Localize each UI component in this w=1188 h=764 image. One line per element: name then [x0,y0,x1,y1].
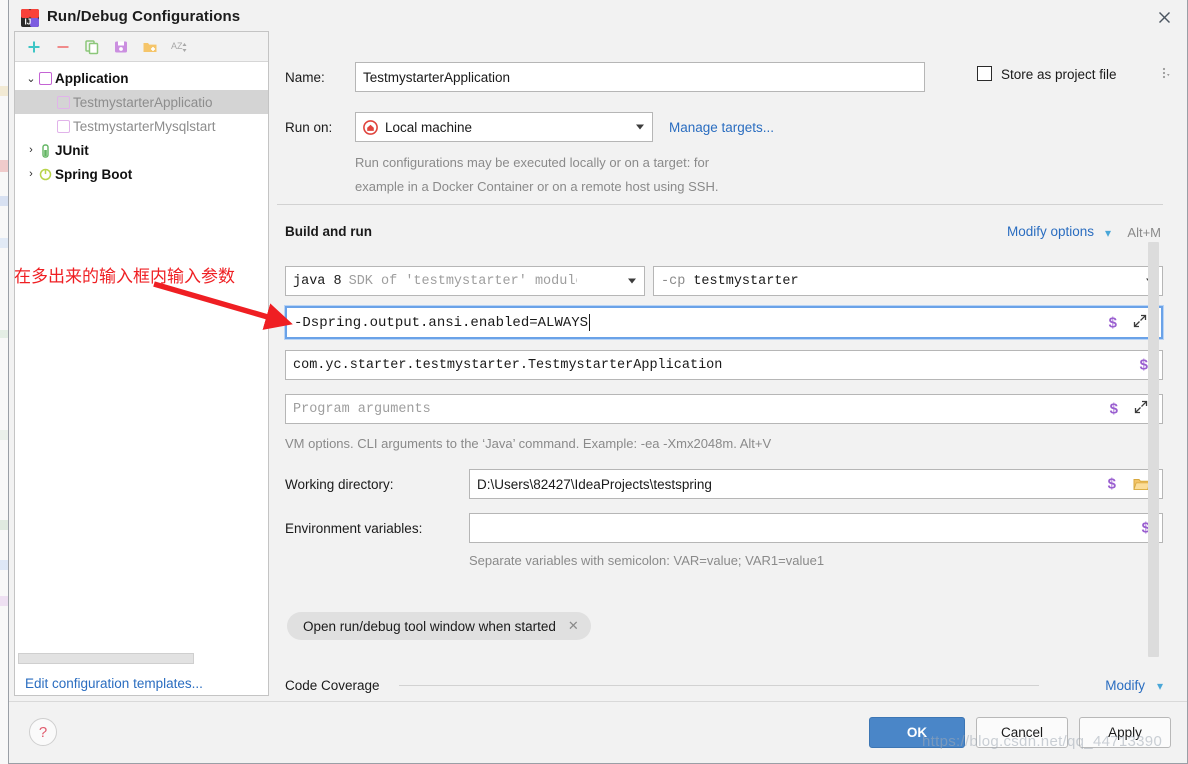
red-pointer-arrow-icon [153,281,293,330]
tree-toolbar: AZ [15,32,268,62]
modify-options-link[interactable]: Modify options [1007,224,1094,239]
vm-options-hint: VM options. CLI arguments to the ‘Java’ … [285,436,772,451]
chip-label: Open run/debug tool window when started [303,618,556,634]
run-on-combobox[interactable]: Local machine [355,112,653,142]
junit-icon [39,143,52,158]
chevron-right-icon[interactable]: › [23,144,39,156]
environment-variables-label: Environment variables: [285,521,423,536]
jre-module-hint: SDK of 'testmystarter' module [348,273,577,289]
section-divider [277,204,1163,205]
main-class-input[interactable]: com.yc.starter.testmystarter.Testmystart… [285,350,1163,380]
application-icon [39,71,52,85]
help-question-icon[interactable]: ? [29,718,57,746]
tree-group-label: JUnit [55,142,89,158]
store-as-project-file-checkbox[interactable] [977,66,992,81]
tree-group-spring-boot[interactable]: › Spring Boot [15,162,268,186]
run-config-icon [57,119,70,133]
tree-item-testmystarter-application[interactable]: TestmystarterApplicatio [15,90,268,114]
chip-remove-icon[interactable]: ✕ [568,618,579,634]
run-on-hint-line-2: example in a Docker Container or on a re… [355,179,719,194]
code-coverage-modify-link[interactable]: Modify [1105,678,1145,693]
chevron-down-icon[interactable] [628,278,636,284]
name-input[interactable]: TestmystarterApplication [355,62,925,92]
dollar-macro-icon[interactable]: $ [1109,314,1117,331]
jre-value: java 8 [293,273,342,289]
name-label: Name: [285,70,325,85]
run-config-icon [57,95,70,109]
store-as-project-file-options-icon[interactable] [1161,66,1171,84]
program-arguments-placeholder: Program arguments [293,401,431,417]
local-machine-home-icon [363,119,378,135]
new-folder-button[interactable] [137,35,163,59]
dollar-macro-icon[interactable]: $ [1140,357,1148,374]
remove-configuration-button[interactable] [50,35,76,59]
name-input-value: TestmystarterApplication [363,69,511,85]
expand-editor-icon[interactable] [1134,400,1148,418]
jre-combobox[interactable]: java 8 SDK of 'testmystarter' module [285,266,645,296]
close-icon[interactable] [1141,0,1187,34]
expand-editor-icon[interactable] [1133,314,1147,332]
watermark: https://blog.csdn.net/qq_44713390 [922,733,1163,750]
manage-targets-link[interactable]: Manage targets... [669,120,774,135]
vm-options-input[interactable]: -Dspring.output.ansi.enabled=ALWAYS $ [285,306,1163,339]
svg-text:IJ: IJ [25,18,32,27]
content-vertical-scrollbar[interactable] [1148,242,1159,657]
configuration-editor-panel: Name: TestmystarterApplication Store as … [277,42,1170,697]
vm-options-value: -Dspring.output.ansi.enabled=ALWAYS [294,314,589,331]
tree-group-junit[interactable]: › JUnit [15,138,268,162]
copy-configuration-button[interactable] [79,35,105,59]
spring-boot-icon [39,168,52,181]
environment-variables-input[interactable]: $ [469,513,1163,543]
chevron-down-icon[interactable]: ▾ [1157,679,1163,693]
tree-item-label: TestmystarterApplicatio [73,94,213,110]
build-and-run-section-title: Build and run [285,224,372,239]
tree-group-application[interactable]: ⌄ Application [15,66,268,90]
run-on-value: Local machine [385,119,473,135]
tree-group-label: Spring Boot [55,166,133,182]
chevron-right-icon[interactable]: › [23,168,39,180]
code-coverage-section-title: Code Coverage [285,678,380,693]
save-configuration-button[interactable] [108,35,134,59]
sort-alphabetically-icon[interactable]: AZ [166,35,192,59]
run-on-hint-line-1: Run configurations may be executed local… [355,155,710,170]
svg-text:AZ: AZ [171,41,183,51]
tree-horizontal-scrollbar[interactable] [18,653,194,664]
configurations-tree: ⌄ Application TestmystarterApplicatio Te… [15,62,268,186]
program-arguments-input[interactable]: Program arguments $ [285,394,1163,424]
modify-options-shortcut: Alt+M [1127,225,1161,240]
store-as-project-file-label: Store as project file [1001,67,1117,82]
chevron-down-icon[interactable]: ⌄ [23,72,39,85]
add-configuration-button[interactable] [21,35,47,59]
classpath-prefix: -cp [661,273,686,289]
dialog-footer: ? OK Cancel Apply [9,701,1187,763]
section-divider [399,685,1039,686]
working-directory-value: D:\Users\82427\IdeaProjects\testspring [477,476,712,492]
working-directory-label: Working directory: [285,477,394,492]
classpath-module-combobox[interactable]: -cp testmystarter [653,266,1163,296]
environment-variables-hint: Separate variables with semicolon: VAR=v… [469,553,825,568]
page-title: Run/Debug Configurations [47,8,241,25]
configurations-tree-panel: AZ ⌄ Application TestmystarterApplicatio… [14,31,269,696]
edit-configuration-templates-link[interactable]: Edit configuration templates... [25,676,203,691]
run-on-label: Run on: [285,120,333,135]
tree-group-label: Application [55,70,129,86]
main-class-value: com.yc.starter.testmystarter.Testmystart… [293,357,723,373]
text-caret [589,314,591,331]
jetbrains-intellij-logo-icon: IJ [20,8,40,28]
chevron-down-icon[interactable]: ▾ [1105,226,1111,240]
tree-item-testmystarter-mysqlstarter[interactable]: TestmystarterMysqlstart [15,114,268,138]
dollar-macro-icon[interactable]: $ [1108,476,1116,493]
classpath-value: testmystarter [693,273,799,289]
working-directory-input[interactable]: D:\Users\82427\IdeaProjects\testspring $ [469,469,1163,499]
chevron-down-icon[interactable] [636,124,644,130]
tree-item-label: TestmystarterMysqlstart [73,118,216,134]
open-tool-window-chip[interactable]: Open run/debug tool window when started … [287,612,591,640]
dollar-macro-icon[interactable]: $ [1110,401,1118,418]
run-debug-configurations-dialog: IJ Run/Debug Configurations AZ ⌄ Applica… [8,0,1188,764]
